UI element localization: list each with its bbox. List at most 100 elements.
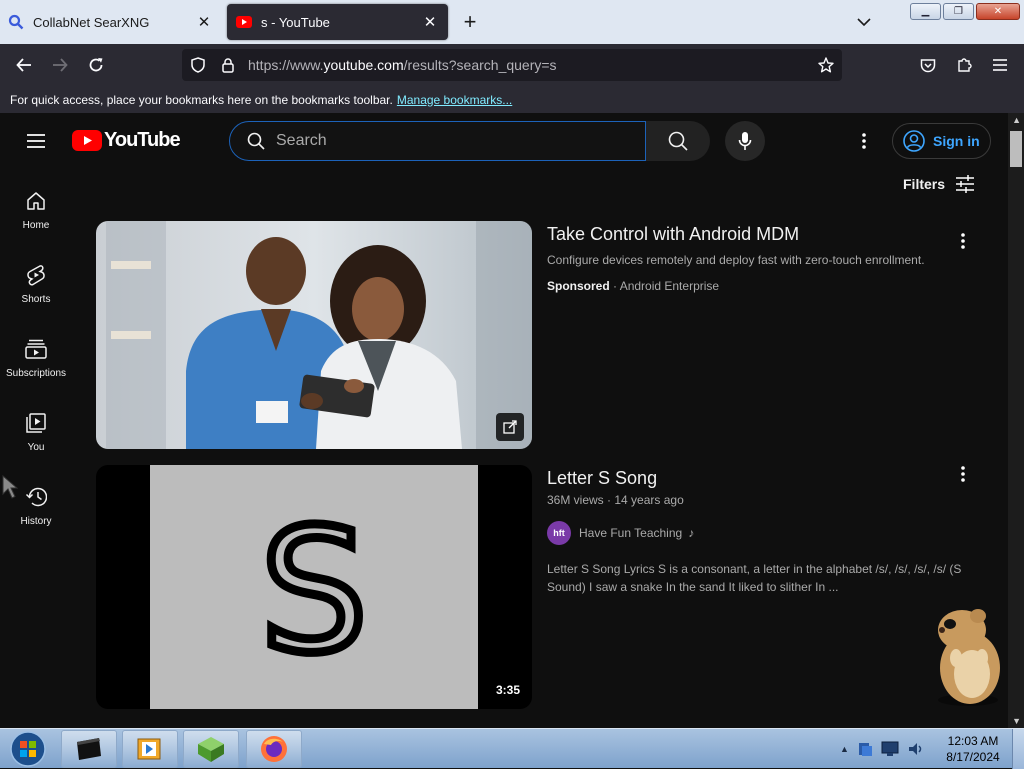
- new-tab-button[interactable]: +: [457, 8, 483, 36]
- lock-icon[interactable]: [214, 51, 242, 79]
- firefox-icon: [261, 736, 287, 762]
- show-hidden-icons-chevron-icon[interactable]: ▲: [840, 744, 849, 754]
- search-favicon-icon: [8, 14, 24, 30]
- more-vertical-icon: [961, 466, 965, 482]
- tab-youtube[interactable]: s - YouTube ✕: [227, 4, 448, 40]
- duration-badge: 3:35: [491, 681, 524, 699]
- hamburger-menu-icon: [993, 59, 1007, 71]
- video-more-button[interactable]: [951, 462, 975, 486]
- youtube-page: YouTube Sign in Filters Home: [0, 113, 1024, 728]
- volume-speaker-icon[interactable]: [907, 741, 925, 757]
- close-window-button[interactable]: ✕: [976, 3, 1020, 20]
- manage-bookmarks-link[interactable]: Manage bookmarks...: [397, 93, 512, 107]
- tracking-protection-shield-icon[interactable]: [184, 51, 212, 79]
- channel-name[interactable]: Have Fun Teaching: [579, 526, 682, 540]
- pocket-icon: [920, 58, 936, 72]
- taskbar-cube-app[interactable]: [183, 730, 239, 768]
- search-button[interactable]: [646, 121, 710, 161]
- extensions-button[interactable]: [950, 51, 978, 79]
- video-meta: 36M views · 14 years ago: [547, 493, 684, 507]
- tab-title: CollabNet SearXNG: [33, 14, 150, 30]
- url-text[interactable]: https://www.youtube.com/results?search_q…: [248, 57, 557, 73]
- forward-button[interactable]: [46, 51, 74, 79]
- list-all-tabs-button[interactable]: [851, 10, 877, 34]
- guide-label: You: [27, 442, 45, 453]
- url-bar[interactable]: https://www.youtube.com/results?search_q…: [182, 49, 842, 81]
- taskbar-terminal-app[interactable]: [61, 730, 117, 768]
- close-tab-icon[interactable]: ✕: [417, 9, 443, 35]
- windows-start-orb-icon: [10, 731, 46, 767]
- ad-description: Configure devices remotely and deploy fa…: [547, 253, 925, 267]
- taskbar-firefox-app[interactable]: [246, 730, 302, 768]
- guide-item-subscriptions[interactable]: Subscriptions: [4, 327, 68, 387]
- taskbar-clock[interactable]: 12:03 AM 8/17/2024: [938, 733, 1008, 765]
- settings-more-button[interactable]: [852, 129, 876, 153]
- filters-button[interactable]: Filters: [903, 175, 975, 193]
- media-player-icon: [137, 738, 161, 760]
- scrollbar-thumb[interactable]: [1010, 131, 1022, 167]
- window-controls: ▁ ❐ ✕: [910, 3, 1020, 20]
- url-domain: youtube.com: [323, 57, 404, 73]
- video-description-snippet: Letter S Song Lyrics S is a consonant, a…: [547, 562, 962, 594]
- clock-time: 12:03 AM: [947, 734, 999, 748]
- restore-button[interactable]: ❐: [943, 3, 974, 20]
- microphone-icon: [738, 132, 752, 150]
- back-button[interactable]: [10, 51, 38, 79]
- windows-taskbar: ▲ 12:03 AM 8/17/2024: [0, 728, 1024, 769]
- youtube-logo[interactable]: YouTube: [72, 129, 181, 152]
- show-desktop-button[interactable]: [1012, 729, 1024, 769]
- close-tab-icon[interactable]: ✕: [191, 9, 217, 35]
- ad-thumbnail[interactable]: [96, 221, 532, 449]
- scroll-up-arrow-icon[interactable]: ▲: [1012, 115, 1021, 125]
- open-external-link-icon[interactable]: [496, 413, 524, 441]
- search-icon: [236, 132, 276, 150]
- navigation-toolbar: https://www.youtube.com/results?search_q…: [0, 44, 1024, 86]
- video-thumbnail[interactable]: S 3:35: [96, 465, 532, 709]
- channel-row[interactable]: hft Have Fun Teaching ♪: [547, 521, 694, 545]
- guide-menu-button[interactable]: [22, 129, 50, 153]
- more-vertical-icon: [961, 233, 965, 249]
- video-title[interactable]: Letter S Song: [547, 468, 657, 489]
- guide-item-home[interactable]: Home: [4, 179, 68, 239]
- guide-item-shorts[interactable]: Shorts: [4, 253, 68, 313]
- ad-more-button[interactable]: [951, 229, 975, 253]
- history-icon: [24, 485, 48, 509]
- sponsored-label: Sponsored: [547, 279, 610, 293]
- thumbnail-letter: S: [260, 493, 368, 691]
- guide-item-you[interactable]: You: [4, 401, 68, 461]
- channel-avatar[interactable]: hft: [547, 521, 571, 545]
- network-monitor-icon[interactable]: [881, 741, 899, 757]
- account-circle-icon: [903, 130, 925, 152]
- tab-title: s - YouTube: [261, 14, 330, 30]
- taskbar-media-player-app[interactable]: [122, 730, 178, 768]
- separator-dot: ·: [613, 279, 620, 293]
- start-button[interactable]: [4, 729, 52, 769]
- page-scrollbar[interactable]: ▲ ▼: [1008, 113, 1024, 728]
- shorts-icon: [24, 263, 48, 287]
- advertiser-name[interactable]: Android Enterprise: [620, 279, 719, 293]
- search-input[interactable]: [276, 132, 616, 150]
- pocket-button[interactable]: [914, 51, 942, 79]
- action-center-flag-icon[interactable]: [857, 741, 873, 757]
- you-icon: [24, 411, 48, 435]
- app-menu-button[interactable]: [986, 51, 1014, 79]
- tab-searxng[interactable]: CollabNet SearXNG ✕: [0, 4, 222, 40]
- bookmarks-hint-text: For quick access, place your bookmarks h…: [10, 92, 393, 107]
- sign-in-button[interactable]: Sign in: [892, 123, 991, 159]
- guide-label: History: [20, 516, 52, 527]
- search-box[interactable]: [229, 121, 646, 161]
- scroll-down-arrow-icon[interactable]: ▼: [1012, 716, 1021, 726]
- youtube-play-logo-icon: [72, 130, 102, 151]
- ad-thumbnail-image: [96, 221, 532, 449]
- reload-button[interactable]: [82, 51, 110, 79]
- filters-label: Filters: [903, 176, 946, 192]
- music-note-icon: ♪: [688, 526, 695, 540]
- youtube-masthead: YouTube Sign in: [0, 113, 1008, 169]
- hamburger-menu-icon: [27, 134, 45, 148]
- ad-title[interactable]: Take Control with Android MDM: [547, 224, 799, 245]
- voice-search-button[interactable]: [725, 121, 765, 161]
- bookmark-star-icon[interactable]: [812, 51, 840, 79]
- minimize-button[interactable]: ▁: [910, 3, 941, 20]
- browser-tab-strip: CollabNet SearXNG ✕ s - YouTube ✕ + ▁ ❐ …: [0, 0, 1024, 44]
- back-arrow-icon: [16, 58, 31, 72]
